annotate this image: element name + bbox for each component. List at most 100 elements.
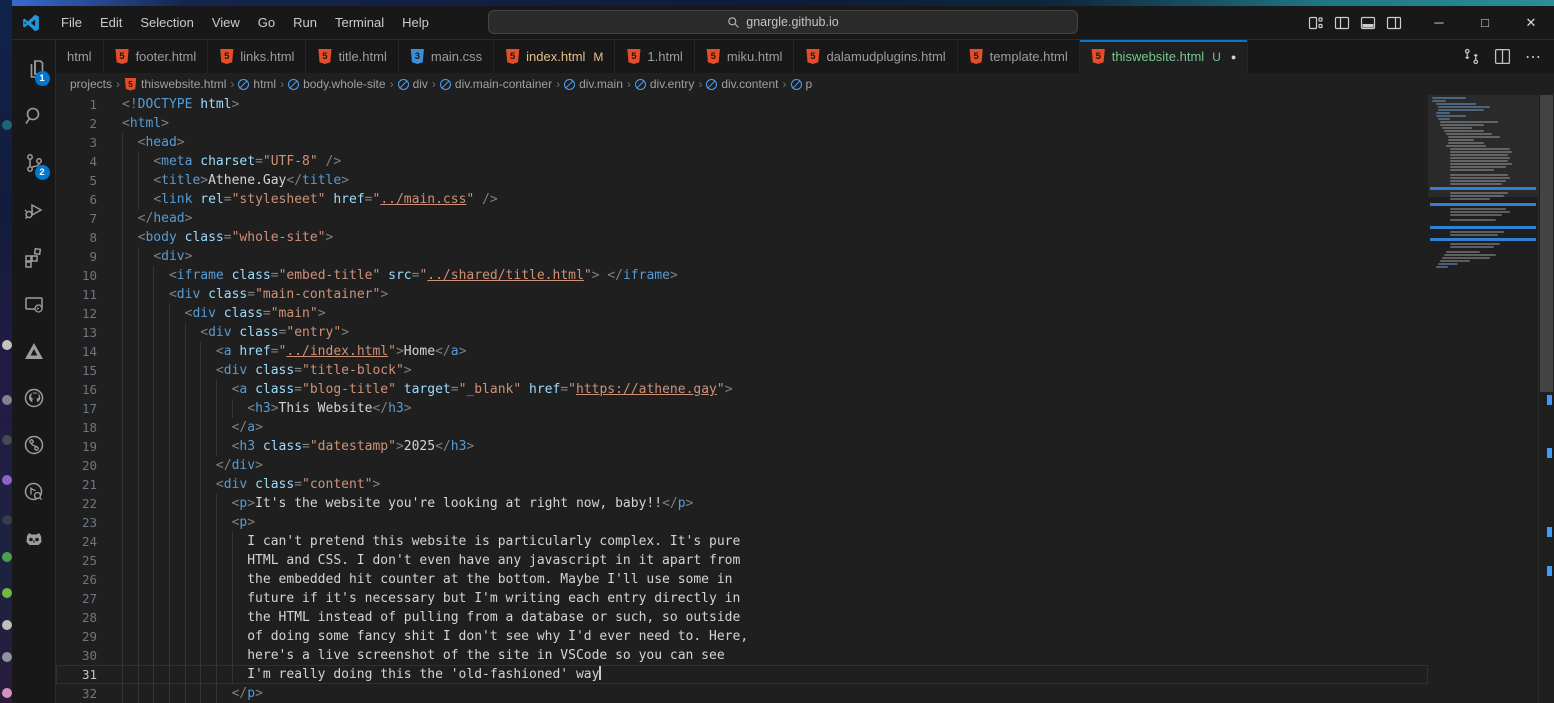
code-line-13[interactable]: 13 <div class="entry"> xyxy=(56,323,1428,342)
code-line-18[interactable]: 18 </a> xyxy=(56,418,1428,437)
tab-footer.html[interactable]: 5footer.html xyxy=(104,40,209,73)
indent-guide xyxy=(122,399,123,418)
breadcrumb-item-p[interactable]: p xyxy=(791,77,813,91)
code-line-26[interactable]: 26 the embedded hit counter at the botto… xyxy=(56,570,1428,589)
tab-html[interactable]: html xyxy=(56,40,104,73)
activity-item-run-and-debug[interactable] xyxy=(12,186,56,233)
code-line-16[interactable]: 16 <a class="blog-title" target="_blank"… xyxy=(56,380,1428,399)
code-line-5[interactable]: 5 <title>Athene.Gay</title> xyxy=(56,171,1428,190)
activity-item-extensions[interactable] xyxy=(12,233,56,280)
code-line-11[interactable]: 11 <div class="main-container"> xyxy=(56,285,1428,304)
menu-help[interactable]: Help xyxy=(393,11,438,35)
code-line-15[interactable]: 15 <div class="title-block"> xyxy=(56,361,1428,380)
code-line-23[interactable]: 23 <p> xyxy=(56,513,1428,532)
code-line-27[interactable]: 27 future if it's necessary but I'm writ… xyxy=(56,589,1428,608)
menu-edit[interactable]: Edit xyxy=(91,11,131,35)
indent-guide xyxy=(122,437,123,456)
menu-selection[interactable]: Selection xyxy=(131,11,202,35)
tab-dalamudplugins.html[interactable]: 5dalamudplugins.html xyxy=(794,40,957,73)
code-line-17[interactable]: 17 <h3>This Website</h3> xyxy=(56,399,1428,418)
menu-terminal[interactable]: Terminal xyxy=(326,11,393,35)
code-line-29[interactable]: 29 of doing some fancy shit I don't see … xyxy=(56,627,1428,646)
code-area[interactable]: 1<!DOCTYPE html>2<html>3 <head>4 <meta c… xyxy=(56,95,1428,703)
breadcrumb-item-div.entry[interactable]: div.entry xyxy=(635,77,694,91)
code-line-21[interactable]: 21 <div class="content"> xyxy=(56,475,1428,494)
breadcrumb-item-body.whole-site[interactable]: body.whole-site xyxy=(288,77,386,91)
code-line-12[interactable]: 12 <div class="main"> xyxy=(56,304,1428,323)
menu-file[interactable]: File xyxy=(52,11,91,35)
breadcrumb-item-div[interactable]: div xyxy=(398,77,428,91)
indent-guide xyxy=(138,456,139,475)
menubar: FileEditSelectionViewGoRunTerminalHelp xyxy=(52,11,438,35)
code-line-24[interactable]: 24 I can't pretend this website is parti… xyxy=(56,532,1428,551)
breadcrumb-item-div.main-container[interactable]: div.main-container xyxy=(440,77,552,91)
code-line-10[interactable]: 10 <iframe class="embed-title" src="../s… xyxy=(56,266,1428,285)
code-line-28[interactable]: 28 the HTML instead of pulling from a da… xyxy=(56,608,1428,627)
code-line-25[interactable]: 25 HTML and CSS. I don't even have any j… xyxy=(56,551,1428,570)
toggle-secondary-sidebar-icon[interactable] xyxy=(1386,15,1402,31)
code-line-1[interactable]: 1<!DOCTYPE html> xyxy=(56,95,1428,114)
activity-item-godot-tools[interactable] xyxy=(12,515,56,562)
activity-item-gitlens-inspect[interactable] xyxy=(12,468,56,515)
activity-item-source-control[interactable]: 2 xyxy=(12,139,56,186)
scrollbar-slider[interactable] xyxy=(1540,95,1553,392)
unsaved-dot[interactable]: ● xyxy=(1231,52,1236,62)
activity-item-git-graph[interactable] xyxy=(12,421,56,468)
breadcrumb-item-thiswebsite.html[interactable]: 5thiswebsite.html xyxy=(124,77,226,91)
tab-main.css[interactable]: 3main.css xyxy=(399,40,494,73)
code-line-14[interactable]: 14 <a href="../index.html">Home</a> xyxy=(56,342,1428,361)
minimize-button[interactable]: ─ xyxy=(1416,6,1462,39)
activity-item-extension-a-triangle[interactable] xyxy=(12,327,56,374)
indent-guide xyxy=(216,684,217,703)
customize-layout-icon[interactable] xyxy=(1308,15,1324,31)
tab-1.html[interactable]: 51.html xyxy=(615,40,694,73)
activity-item-search[interactable] xyxy=(12,92,56,139)
indent-guide xyxy=(138,190,139,209)
code-line-7[interactable]: 7 </head> xyxy=(56,209,1428,228)
code-line-30[interactable]: 30 here's a live screenshot of the site … xyxy=(56,646,1428,665)
code-line-20[interactable]: 20 </div> xyxy=(56,456,1428,475)
code-editor[interactable]: 1<!DOCTYPE html>2<html>3 <head>4 <meta c… xyxy=(56,95,1554,703)
code-line-31[interactable]: 31 I'm really doing this the 'old-fashio… xyxy=(56,665,1428,684)
maximize-button[interactable]: □ xyxy=(1462,6,1508,39)
code-line-9[interactable]: 9 <div> xyxy=(56,247,1428,266)
indent-guide xyxy=(122,475,123,494)
code-line-2[interactable]: 2<html> xyxy=(56,114,1428,133)
menu-go[interactable]: Go xyxy=(249,11,284,35)
code-line-8[interactable]: 8 <body class="whole-site"> xyxy=(56,228,1428,247)
tab-template.html[interactable]: 5template.html xyxy=(958,40,1080,73)
scrollbar[interactable] xyxy=(1538,95,1554,703)
activity-item-remote-explorer[interactable] xyxy=(12,280,56,327)
tab-thiswebsite.html[interactable]: 5thiswebsite.htmlU● xyxy=(1080,40,1249,73)
activity-item-github[interactable] xyxy=(12,374,56,421)
code-line-4[interactable]: 4 <meta charset="UTF-8" /> xyxy=(56,152,1428,171)
code-line-19[interactable]: 19 <h3 class="datestamp">2025</h3> xyxy=(56,437,1428,456)
tab-index.html[interactable]: 5index.htmlM xyxy=(494,40,615,73)
code-line-32[interactable]: 32 </p> xyxy=(56,684,1428,703)
menu-run[interactable]: Run xyxy=(284,11,326,35)
indent-guide xyxy=(185,513,186,532)
tab-links.html[interactable]: 5links.html xyxy=(208,40,306,73)
code-line-3[interactable]: 3 <head> xyxy=(56,133,1428,152)
menu-view[interactable]: View xyxy=(203,11,249,35)
activity-item-explorer[interactable]: 1 xyxy=(12,45,56,92)
minimap[interactable] xyxy=(1428,95,1538,703)
tab-title.html[interactable]: 5title.html xyxy=(306,40,398,73)
breadcrumb-item-div.main[interactable]: div.main xyxy=(564,77,623,91)
indent-guide xyxy=(153,418,154,437)
line-number: 3 xyxy=(56,133,97,152)
split-editor-icon[interactable] xyxy=(1494,48,1511,65)
tab-miku.html[interactable]: 5miku.html xyxy=(695,40,795,73)
indent-guide xyxy=(153,551,154,570)
breadcrumb-item-projects[interactable]: projects xyxy=(70,77,112,91)
code-line-6[interactable]: 6 <link rel="stylesheet" href="../main.c… xyxy=(56,190,1428,209)
toggle-sidebar-icon[interactable] xyxy=(1334,15,1350,31)
breadcrumb-item-html[interactable]: html xyxy=(238,77,276,91)
command-center[interactable]: gnargle.github.io xyxy=(488,10,1078,34)
toggle-panel-icon[interactable] xyxy=(1360,15,1376,31)
more-actions-button[interactable]: ⋯ xyxy=(1525,47,1542,67)
code-line-22[interactable]: 22 <p>It's the website you're looking at… xyxy=(56,494,1428,513)
open-changes-icon[interactable] xyxy=(1463,48,1480,65)
close-button[interactable]: ✕ xyxy=(1508,6,1554,39)
breadcrumb-item-div.content[interactable]: div.content xyxy=(706,77,778,91)
